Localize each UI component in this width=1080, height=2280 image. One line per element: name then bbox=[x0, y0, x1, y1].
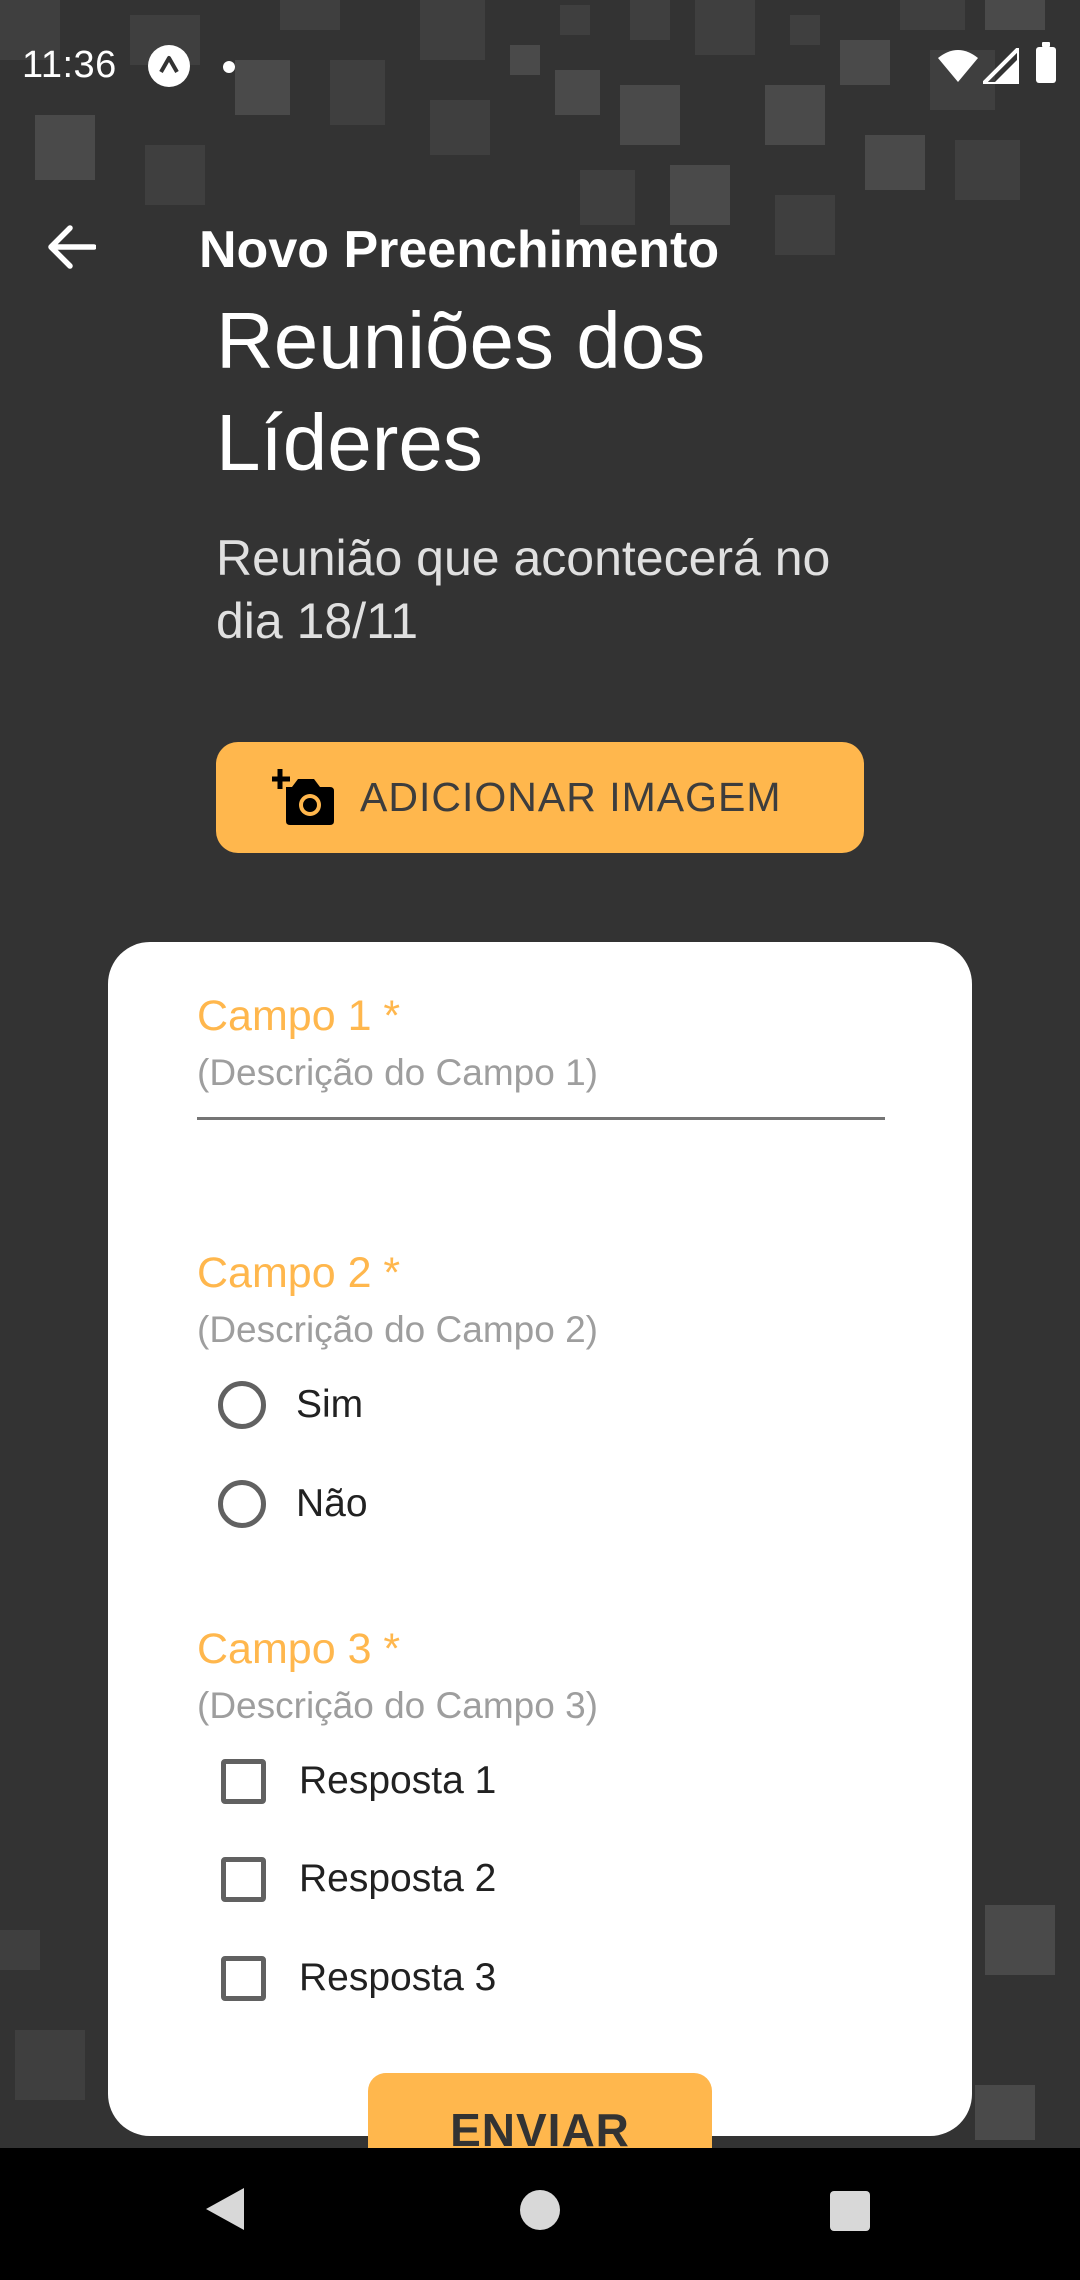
navigation-bar bbox=[0, 2148, 1080, 2280]
radio-option-label: Sim bbox=[296, 1383, 364, 1426]
radio-button[interactable] bbox=[218, 1381, 266, 1429]
checkbox[interactable] bbox=[221, 1856, 266, 1902]
field-2-description: (Descrição do Campo 2) bbox=[197, 1309, 598, 1350]
submit-label: ENVIAR bbox=[450, 2104, 630, 2156]
field-2-label: Campo 2 * bbox=[197, 1249, 401, 1297]
add-image-label: ADICIONAR IMAGEM bbox=[360, 774, 782, 820]
cell-signal-icon bbox=[983, 48, 1019, 84]
form-description: Reunião que acontecerá no dia 18/11 bbox=[216, 530, 831, 649]
radio-option-sim[interactable]: Sim bbox=[218, 1375, 363, 1435]
checkbox-option-label: Resposta 1 bbox=[299, 1759, 497, 1802]
field-1-input[interactable] bbox=[197, 1055, 885, 1120]
form-card: Campo 1 * (Descrição do Campo 1) Campo 2… bbox=[108, 942, 972, 2136]
checkbox[interactable] bbox=[221, 1955, 266, 2001]
radio-option-label: Não bbox=[296, 1482, 368, 1525]
status-bar: 11:36 bbox=[0, 0, 1080, 135]
add-image-button[interactable]: ADICIONAR IMAGEM bbox=[216, 742, 864, 853]
checkbox-option-resposta-1[interactable]: Resposta 1 bbox=[218, 1751, 496, 1811]
checkbox-option-resposta-3[interactable]: Resposta 3 bbox=[218, 1948, 496, 2008]
field-3-label: Campo 3 * bbox=[197, 1625, 401, 1673]
form-title: Reuniões dos Líderes bbox=[216, 296, 706, 487]
radio-option-nao[interactable]: Não bbox=[218, 1474, 368, 1534]
back-button[interactable] bbox=[36, 212, 106, 282]
field-3-description: (Descrição do Campo 3) bbox=[197, 1685, 598, 1726]
battery-icon bbox=[1036, 42, 1056, 83]
notification-a-icon bbox=[148, 45, 190, 87]
wifi-icon bbox=[938, 50, 978, 82]
checkbox-option-label: Resposta 3 bbox=[299, 1956, 497, 1999]
nav-home-icon[interactable] bbox=[520, 2190, 560, 2230]
notification-dot-icon bbox=[223, 61, 235, 73]
nav-recents-icon[interactable] bbox=[830, 2191, 870, 2231]
checkbox[interactable] bbox=[221, 1758, 266, 1804]
radio-button[interactable] bbox=[218, 1480, 266, 1528]
add-a-photo-icon bbox=[272, 768, 334, 825]
nav-back-icon[interactable] bbox=[204, 2186, 246, 2232]
checkbox-option-label: Resposta 2 bbox=[299, 1857, 497, 1900]
checkbox-option-resposta-2[interactable]: Resposta 2 bbox=[218, 1849, 496, 1909]
arrow-left-icon bbox=[48, 225, 96, 269]
status-time: 11:36 bbox=[22, 44, 117, 86]
app-bar-title: Novo Preenchimento bbox=[199, 221, 720, 279]
field-1-label: Campo 1 * bbox=[197, 992, 401, 1040]
